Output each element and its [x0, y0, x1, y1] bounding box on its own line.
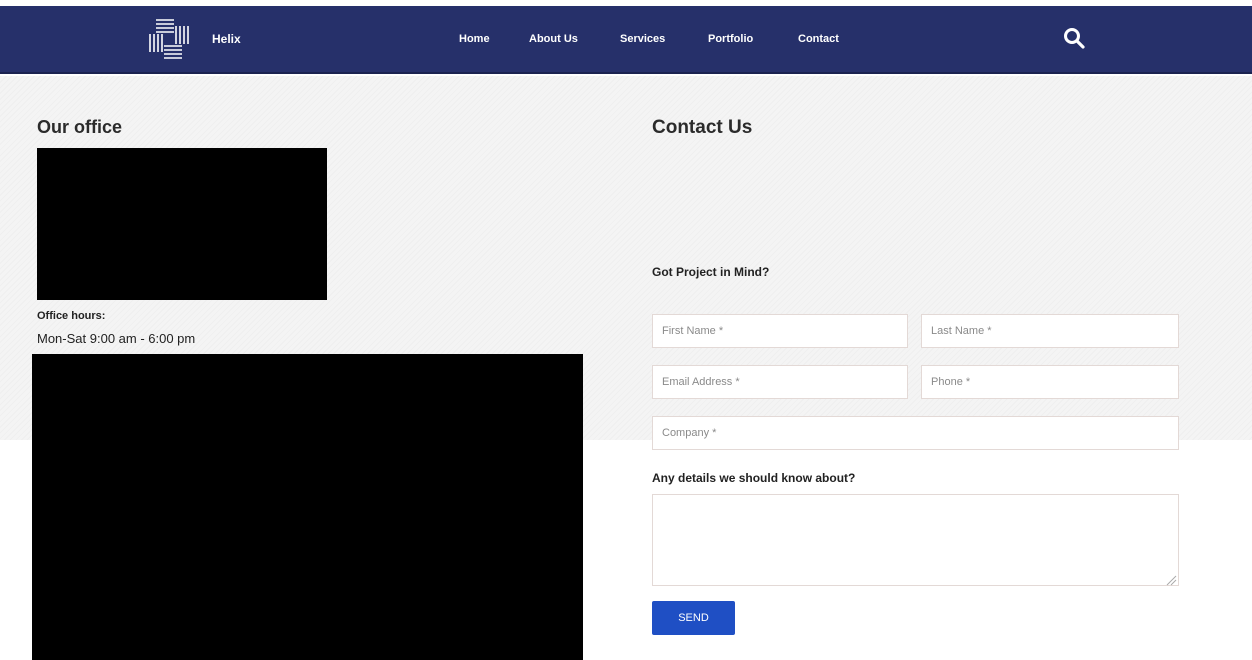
last-name-field[interactable]	[921, 314, 1179, 348]
nav-item-contact[interactable]: Contact	[798, 33, 839, 45]
helix-logo-icon[interactable]	[146, 16, 192, 62]
phone-field[interactable]	[921, 365, 1179, 399]
office-map-image	[32, 354, 583, 660]
email-field[interactable]	[652, 365, 908, 399]
nav-item-portfolio[interactable]: Portfolio	[708, 33, 753, 45]
first-name-field[interactable]	[652, 314, 908, 348]
contact-heading: Contact Us	[652, 117, 753, 138]
send-button[interactable]: SEND	[652, 601, 735, 635]
brand-name[interactable]: Helix	[212, 32, 241, 46]
project-subheading: Got Project in Mind?	[652, 265, 770, 279]
resize-grip-icon[interactable]	[1165, 573, 1177, 586]
nav-item-home[interactable]: Home	[459, 33, 490, 45]
navbar: Helix Home About Us Services Portfolio C…	[0, 6, 1252, 74]
office-heading: Our office	[37, 117, 123, 137]
nav-item-services[interactable]: Services	[620, 33, 665, 45]
company-field[interactable]	[652, 416, 1179, 450]
nav-item-about-us[interactable]: About Us	[529, 33, 578, 45]
details-textarea[interactable]	[652, 494, 1179, 586]
office-hours-value: Mon-Sat 9:00 am - 6:00 pm	[37, 331, 196, 346]
office-hours-label: Office hours:	[37, 310, 106, 322]
office-image	[37, 148, 327, 300]
details-label: Any details we should know about?	[652, 471, 856, 485]
search-icon[interactable]	[1062, 26, 1086, 50]
